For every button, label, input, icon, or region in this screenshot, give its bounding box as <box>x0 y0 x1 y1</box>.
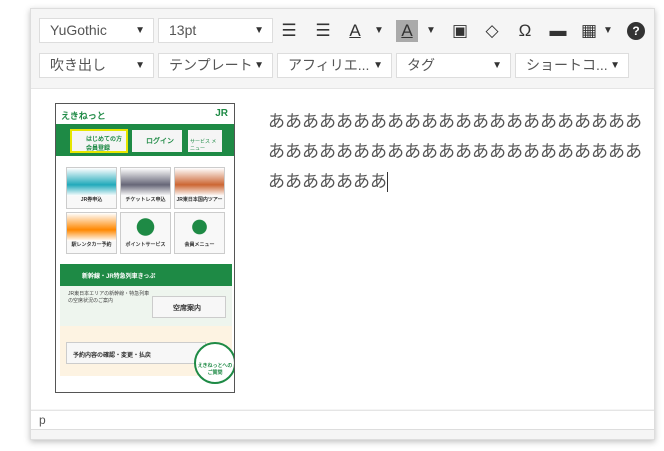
image-tile: JR東日本国内ツアー <box>174 167 225 209</box>
register-button: はじめての方 会員登録 <box>70 129 128 153</box>
text-line: あああああああ <box>268 167 654 197</box>
background-color-dropdown[interactable]: ▼ <box>426 20 436 42</box>
font-family-value: YuGothic <box>50 22 107 38</box>
image-tile: チケットレス申込 <box>120 167 171 209</box>
affiliate-select[interactable]: アフィリエ... ▼ <box>277 53 392 78</box>
image-faq-badge: えきねっとへの ご質問 <box>194 342 234 384</box>
table-dropdown[interactable]: ▼ <box>603 20 613 42</box>
outdent-icon[interactable]: ☰ <box>278 20 300 42</box>
clear-formatting-icon[interactable]: ◇ <box>481 20 503 42</box>
status-bar: p <box>31 410 654 430</box>
text-cursor <box>387 172 388 192</box>
font-size-select[interactable]: 13pt ▼ <box>158 18 273 43</box>
editor-text[interactable]: ああああああああああああああああああああああ あああああああああああああああああ… <box>268 107 654 197</box>
paste-as-text-icon[interactable]: ▣ <box>449 20 471 42</box>
text-line: ああああああああああああああああああああああ <box>268 142 642 162</box>
image-tile: 会員メニュー <box>174 212 225 254</box>
image-tile: ポイントサービス <box>120 212 171 254</box>
background-color-icon[interactable]: A <box>396 20 418 42</box>
image-tile: 駅レンタカー予約 <box>66 212 117 254</box>
jr-logo: JR <box>215 108 228 119</box>
service-menu-button: サービス メニュー <box>188 130 222 152</box>
image-seat-button: 空席案内 <box>152 296 226 318</box>
embedded-screenshot[interactable]: えきねっと JR はじめての方 会員登録 ログイン サービス メニュー JR券申… <box>55 103 235 393</box>
editor-frame: YuGothic ▼ 13pt ▼ ☰ ☰ A ▼ A ▼ ▣ ◇ Ω ▬ ▦ ▼ … <box>30 8 655 440</box>
balloon-value: 吹き出し <box>50 57 106 73</box>
indent-icon[interactable]: ☰ <box>312 20 334 42</box>
chevron-down-icon: ▼ <box>254 25 264 36</box>
element-path[interactable]: p <box>39 413 46 427</box>
horizontal-line-icon[interactable]: ▬ <box>547 20 569 42</box>
font-family-select[interactable]: YuGothic ▼ <box>39 18 154 43</box>
image-tile: JR券申込 <box>66 167 117 209</box>
special-character-icon[interactable]: Ω <box>514 20 536 42</box>
chevron-down-icon: ▼ <box>254 60 264 71</box>
table-icon[interactable]: ▦ <box>578 20 600 42</box>
text-line-content: あああああああ <box>268 172 387 192</box>
template-select[interactable]: テンプレート ▼ <box>158 53 273 78</box>
ekinet-logo: えきねっと <box>61 111 106 121</box>
shortcode-select[interactable]: ショートコ... ▼ <box>515 53 629 78</box>
affiliate-value: アフィリエ... <box>288 57 370 73</box>
text-color-icon[interactable]: A <box>344 20 366 42</box>
tag-value: タグ <box>407 57 435 73</box>
chevron-down-icon: ▼ <box>492 60 502 71</box>
shortcode-value: ショートコ... <box>526 57 608 73</box>
template-value: テンプレート <box>169 57 253 73</box>
login-button: ログイン <box>132 130 182 152</box>
font-size-value: 13pt <box>169 22 197 38</box>
text-line: ああああああああああああああああああああああ <box>268 112 642 132</box>
image-reservation: 予約内容の確認・変更・払戻 <box>66 342 206 364</box>
chevron-down-icon: ▼ <box>610 60 620 71</box>
image-section-header: 新幹線・JR特急列車きっぷ <box>60 264 232 286</box>
chevron-down-icon: ▼ <box>135 25 145 36</box>
balloon-select[interactable]: 吹き出し ▼ <box>39 53 154 78</box>
image-nav: はじめての方 会員登録 ログイン サービス メニュー <box>56 126 234 156</box>
image-header: えきねっと JR <box>56 104 234 126</box>
help-icon[interactable]: ? <box>627 22 645 40</box>
chevron-down-icon: ▼ <box>373 60 383 71</box>
chevron-down-icon: ▼ <box>135 60 145 71</box>
tag-select[interactable]: タグ ▼ <box>396 53 511 78</box>
text-color-dropdown[interactable]: ▼ <box>374 20 384 42</box>
editor-content[interactable]: えきねっと JR はじめての方 会員登録 ログイン サービス メニュー JR券申… <box>31 88 654 409</box>
toolbar: YuGothic ▼ 13pt ▼ ☰ ☰ A ▼ A ▼ ▣ ◇ Ω ▬ ▦ ▼ … <box>31 9 654 87</box>
